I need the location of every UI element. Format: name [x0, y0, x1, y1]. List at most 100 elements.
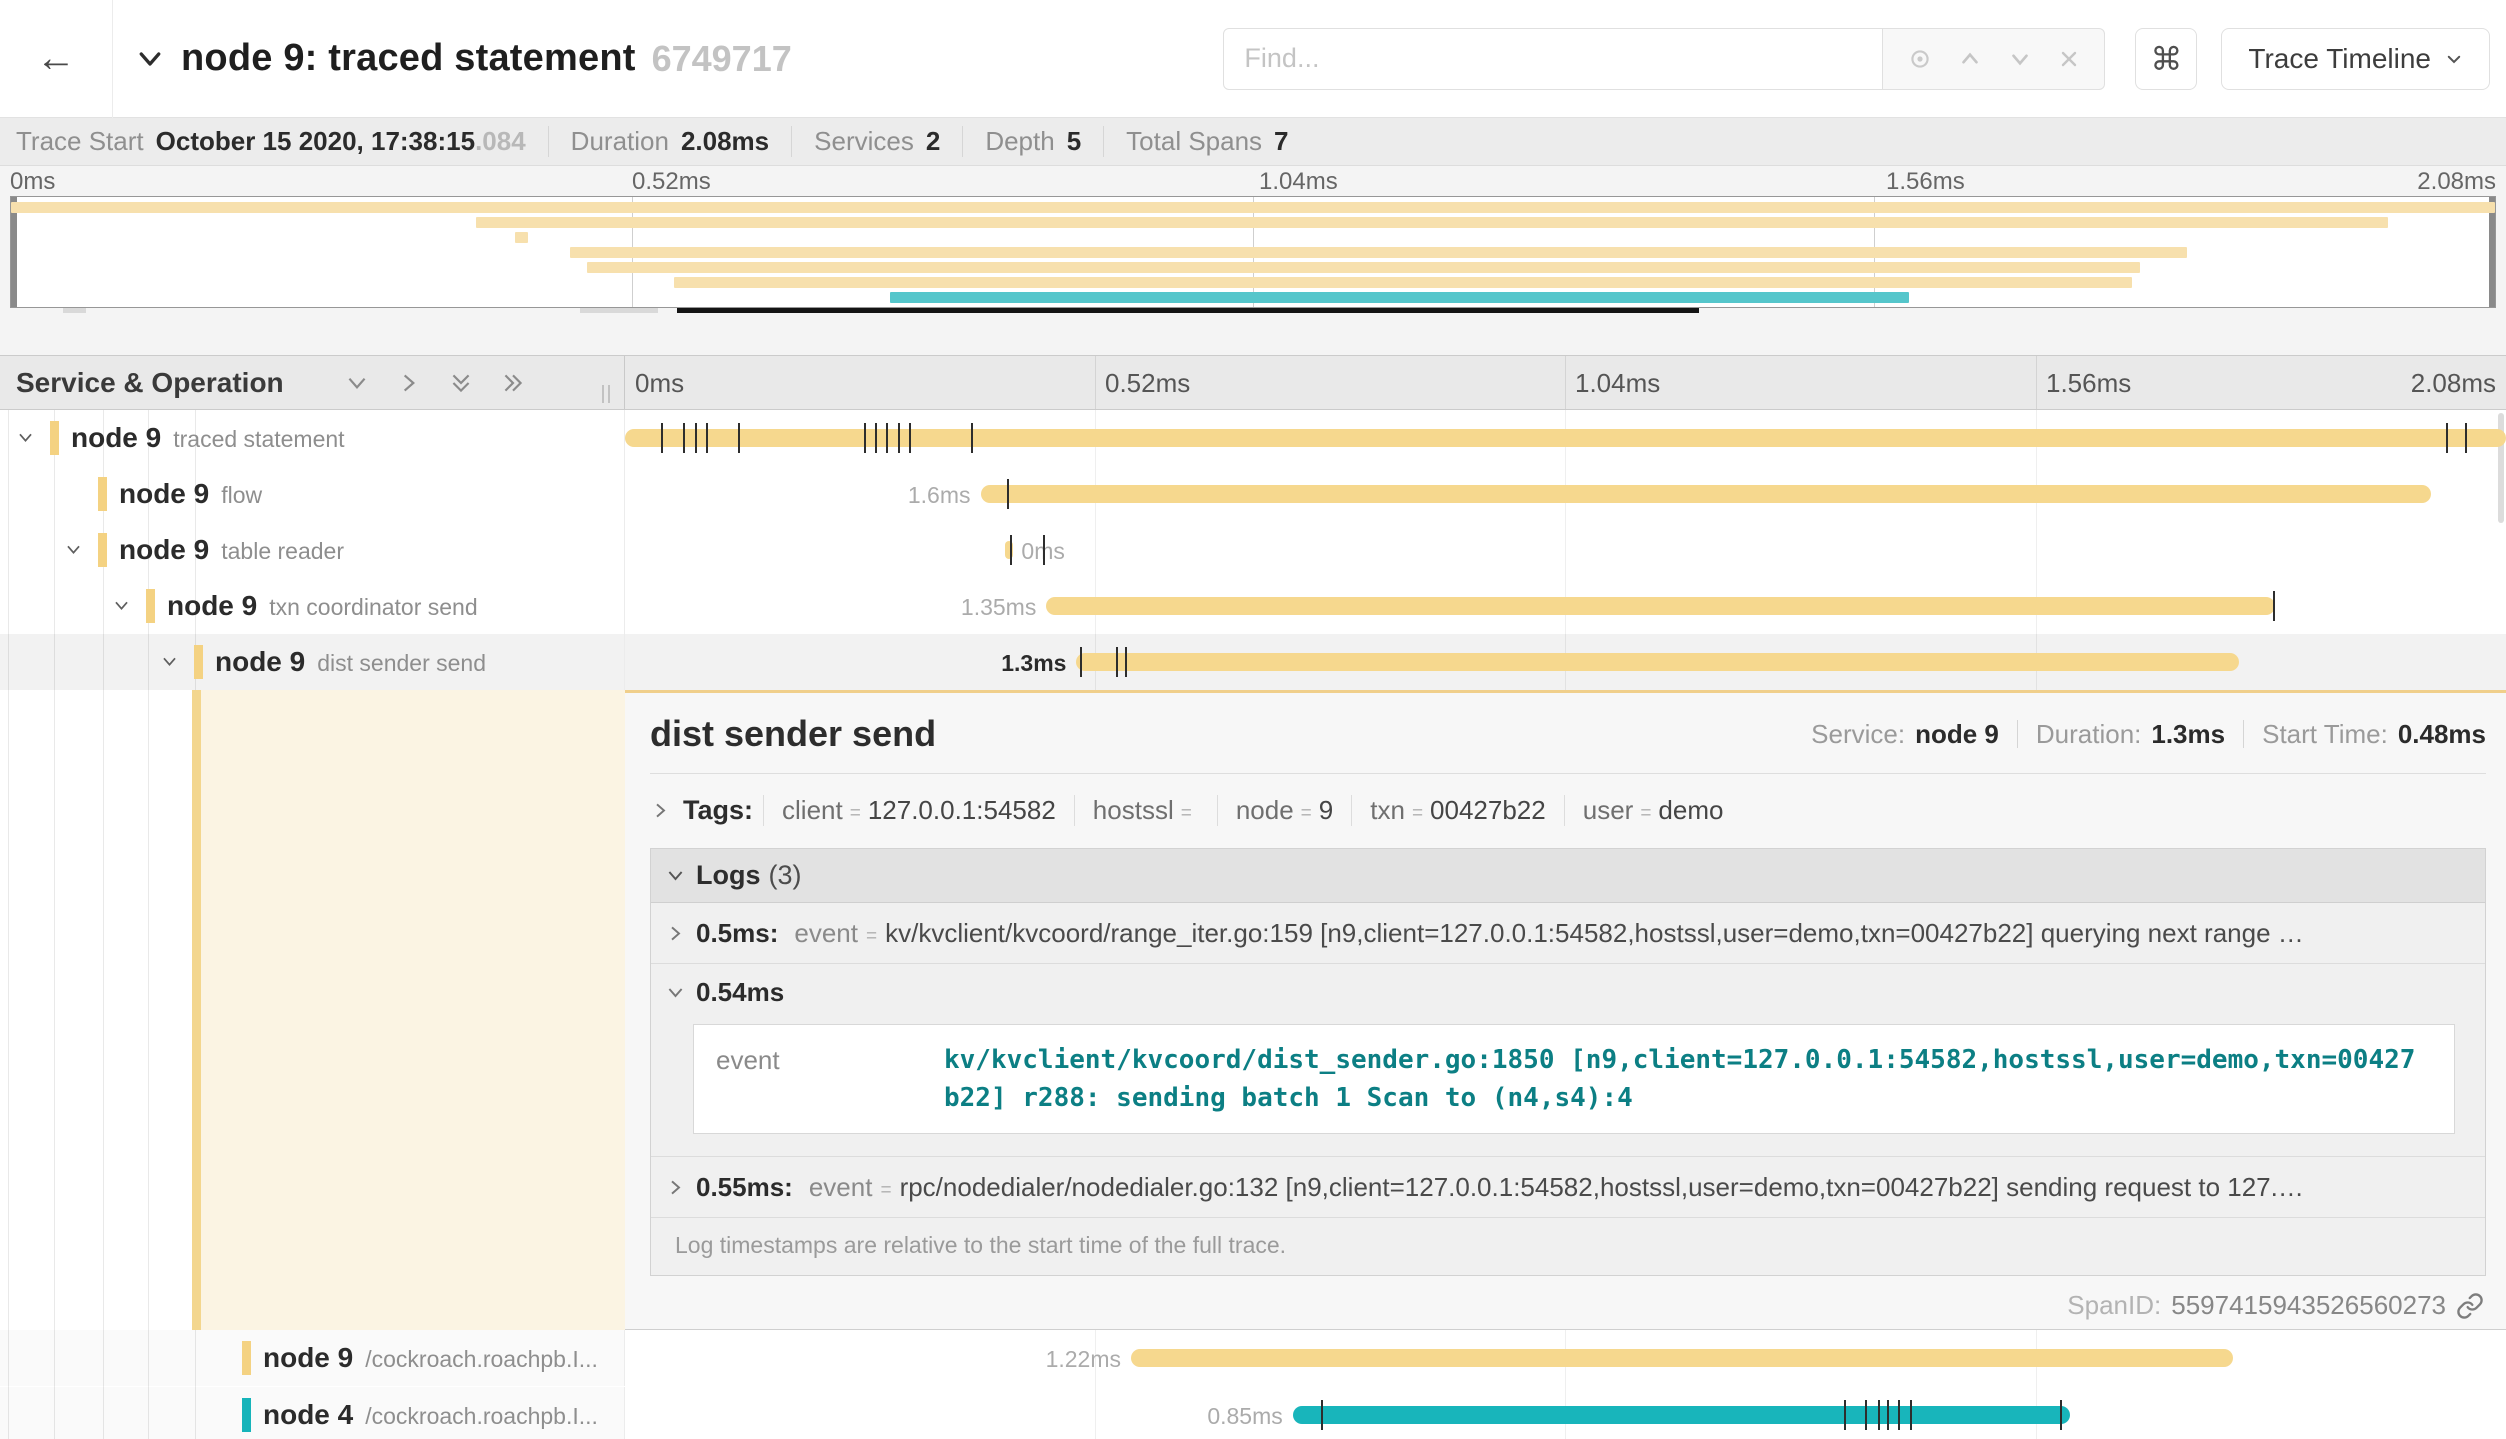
minimap-canvas[interactable] — [10, 196, 2496, 308]
detail-title-row: dist sender sendService:node 9Duration:1… — [650, 703, 2486, 765]
span-row[interactable]: node 9table reader 0ms — [0, 522, 2506, 578]
minimap-right-scrubber[interactable] — [2489, 197, 2495, 307]
trace-summary-bar: Trace StartOctober 15 2020, 17:38:15.084… — [0, 118, 2506, 166]
service-name: node 9traced statement — [71, 422, 345, 454]
span-row[interactable]: node 9traced statement — [0, 410, 2506, 466]
minimap-span-bar — [515, 232, 527, 243]
span-row-name-cell[interactable]: node 9table reader — [0, 522, 625, 578]
log-chevron-icon[interactable] — [665, 923, 686, 944]
tags-chevron-right-icon[interactable] — [650, 800, 671, 821]
span-row-timeline-cell[interactable]: 0ms — [625, 522, 2506, 578]
span-row-name-cell[interactable]: node 9traced statement — [0, 410, 625, 466]
minimap-left-scrubber[interactable] — [11, 197, 17, 307]
span-bar[interactable] — [625, 429, 2506, 447]
span-row-name-cell[interactable]: node 9txn coordinator send — [0, 578, 625, 634]
collapse-one-icon[interactable] — [344, 370, 370, 396]
span-row-name-cell[interactable]: node 9flow — [0, 466, 625, 522]
span-row-name-cell[interactable]: node 4/cockroach.roachpb.I... — [0, 1387, 625, 1439]
meta-separator — [2017, 720, 2018, 748]
page-title: node 9: traced statement — [181, 37, 636, 80]
keyboard-shortcuts-button[interactable]: ⌘ — [2135, 28, 2197, 90]
log-marker-tick — [1010, 535, 1012, 565]
log-entry[interactable]: 0.5ms:event=kv/kvclient/kvcoord/range_it… — [651, 903, 2485, 964]
log-entry[interactable]: 0.54mseventkv/kvclient/kvcoord/dist_send… — [651, 964, 2485, 1157]
log-marker-tick — [864, 423, 866, 453]
timeline-tick-label: 0.52ms — [1105, 368, 1190, 399]
span-bar[interactable] — [1131, 1349, 2233, 1367]
find-input[interactable] — [1223, 28, 1883, 90]
log-marker-tick — [909, 423, 911, 453]
log-marker-tick — [1898, 1400, 1900, 1430]
tag-item: client=127.0.0.1:54582 — [763, 795, 1074, 826]
logs-chevron-down-icon[interactable] — [665, 865, 686, 886]
log-entry-header[interactable]: 0.55ms:event=rpc/nodedialer/nodedialer.g… — [665, 1157, 2485, 1217]
span-row[interactable]: node 9flow 1.6ms — [0, 466, 2506, 522]
service-name: node 9txn coordinator send — [167, 590, 478, 622]
find-prev-icon[interactable] — [1957, 46, 1983, 72]
operation-name: /cockroach.roachpb.I... — [365, 1346, 598, 1372]
log-entry-header[interactable]: 0.5ms:event=kv/kvclient/kvcoord/range_it… — [665, 903, 2485, 963]
column-resize-handle[interactable] — [602, 385, 610, 403]
service-name: node 9dist sender send — [215, 646, 486, 678]
collapse-trace-chevron-icon[interactable] — [135, 44, 165, 74]
span-row-timeline-cell[interactable]: 0.85ms — [625, 1387, 2506, 1439]
span-duration-label: 0.85ms — [1207, 1403, 1282, 1430]
span-row[interactable]: node 9dist sender send 1.3ms — [0, 634, 2506, 690]
span-collapse-chevron-icon[interactable] — [16, 428, 35, 447]
log-event-table: eventkv/kvclient/kvcoord/dist_sender.go:… — [693, 1024, 2455, 1134]
service-color-chip — [98, 533, 107, 567]
tag-item: hostssl= — [1074, 795, 1217, 826]
command-icon: ⌘ — [2150, 40, 2182, 78]
span-row-timeline-cell[interactable]: 1.35ms — [625, 578, 2506, 634]
log-value: kv/kvclient/kvcoord/range_iter.go:159 [n… — [885, 918, 2304, 949]
tag-equals: = — [1640, 803, 1651, 825]
detail-indent-fill — [201, 690, 625, 1330]
log-entry[interactable]: 0.55ms:event=rpc/nodedialer/nodedialer.g… — [651, 1157, 2485, 1218]
deep-link-icon[interactable] — [2456, 1292, 2484, 1320]
expand-one-icon[interactable] — [396, 370, 422, 396]
expand-all-icon[interactable] — [500, 370, 526, 396]
find-next-icon[interactable] — [2007, 46, 2033, 72]
span-bar[interactable] — [1293, 1406, 2070, 1424]
tag-item: node=9 — [1217, 795, 1351, 826]
summary-item: Total Spans7 — [1103, 126, 1310, 157]
summary-label: Depth — [985, 126, 1054, 157]
span-row-timeline-cell[interactable]: 1.22ms — [625, 1330, 2506, 1386]
top-bar: ← node 9: traced statement 6749717 — [0, 0, 2506, 118]
logs-header[interactable]: Logs(3) — [651, 849, 2485, 903]
log-marker-tick — [1910, 1400, 1912, 1430]
span-row-name-cell[interactable]: node 9/cockroach.roachpb.I... — [0, 1330, 625, 1386]
back-button[interactable]: ← — [0, 0, 113, 118]
view-select-button[interactable]: Trace Timeline — [2221, 28, 2490, 90]
span-bar[interactable] — [1076, 653, 2238, 671]
minimap-axis-label: 0.52ms — [632, 168, 711, 196]
log-kv-preview: event=rpc/nodedialer/nodedialer.go:132 [… — [809, 1172, 2318, 1203]
tags-row[interactable]: Tags: client=127.0.0.1:54582hostssl=node=… — [650, 790, 2486, 830]
log-chevron-icon[interactable] — [665, 1177, 686, 1198]
span-row[interactable]: node 4/cockroach.roachpb.I... 0.85ms — [0, 1387, 2506, 1439]
span-row-timeline-cell[interactable] — [625, 410, 2506, 466]
span-bar[interactable] — [1046, 597, 2274, 615]
span-collapse-chevron-icon[interactable] — [64, 540, 83, 559]
collapse-all-icon[interactable] — [448, 370, 474, 396]
minimap-span-bar — [570, 247, 2187, 258]
find-clear-icon[interactable] — [2057, 47, 2081, 71]
log-marker-tick — [706, 423, 708, 453]
tag-item: txn=00427b22 — [1351, 795, 1563, 826]
span-row-timeline-cell[interactable]: 1.3ms — [625, 634, 2506, 690]
log-chevron-icon[interactable] — [665, 982, 686, 1003]
span-row-name-cell[interactable]: node 9dist sender send — [0, 634, 625, 690]
span-bar[interactable] — [981, 485, 2431, 503]
span-collapse-chevron-icon[interactable] — [112, 596, 131, 615]
span-row[interactable]: node 9/cockroach.roachpb.I... 1.22ms — [0, 1330, 2506, 1386]
summary-value-suffix: .084 — [475, 126, 526, 157]
operation-name: traced statement — [173, 426, 344, 452]
tags-label: Tags: — [683, 795, 753, 826]
span-row[interactable]: node 9txn coordinator send 1.35ms — [0, 578, 2506, 634]
detail-meta-label: Start Time: — [2262, 719, 2388, 750]
log-entry-header[interactable]: 0.54ms — [665, 964, 2485, 1020]
service-operation-title: Service & Operation — [16, 367, 284, 399]
span-collapse-chevron-icon[interactable] — [160, 652, 179, 671]
span-row-timeline-cell[interactable]: 1.6ms — [625, 466, 2506, 522]
locate-icon[interactable] — [1907, 46, 1933, 72]
